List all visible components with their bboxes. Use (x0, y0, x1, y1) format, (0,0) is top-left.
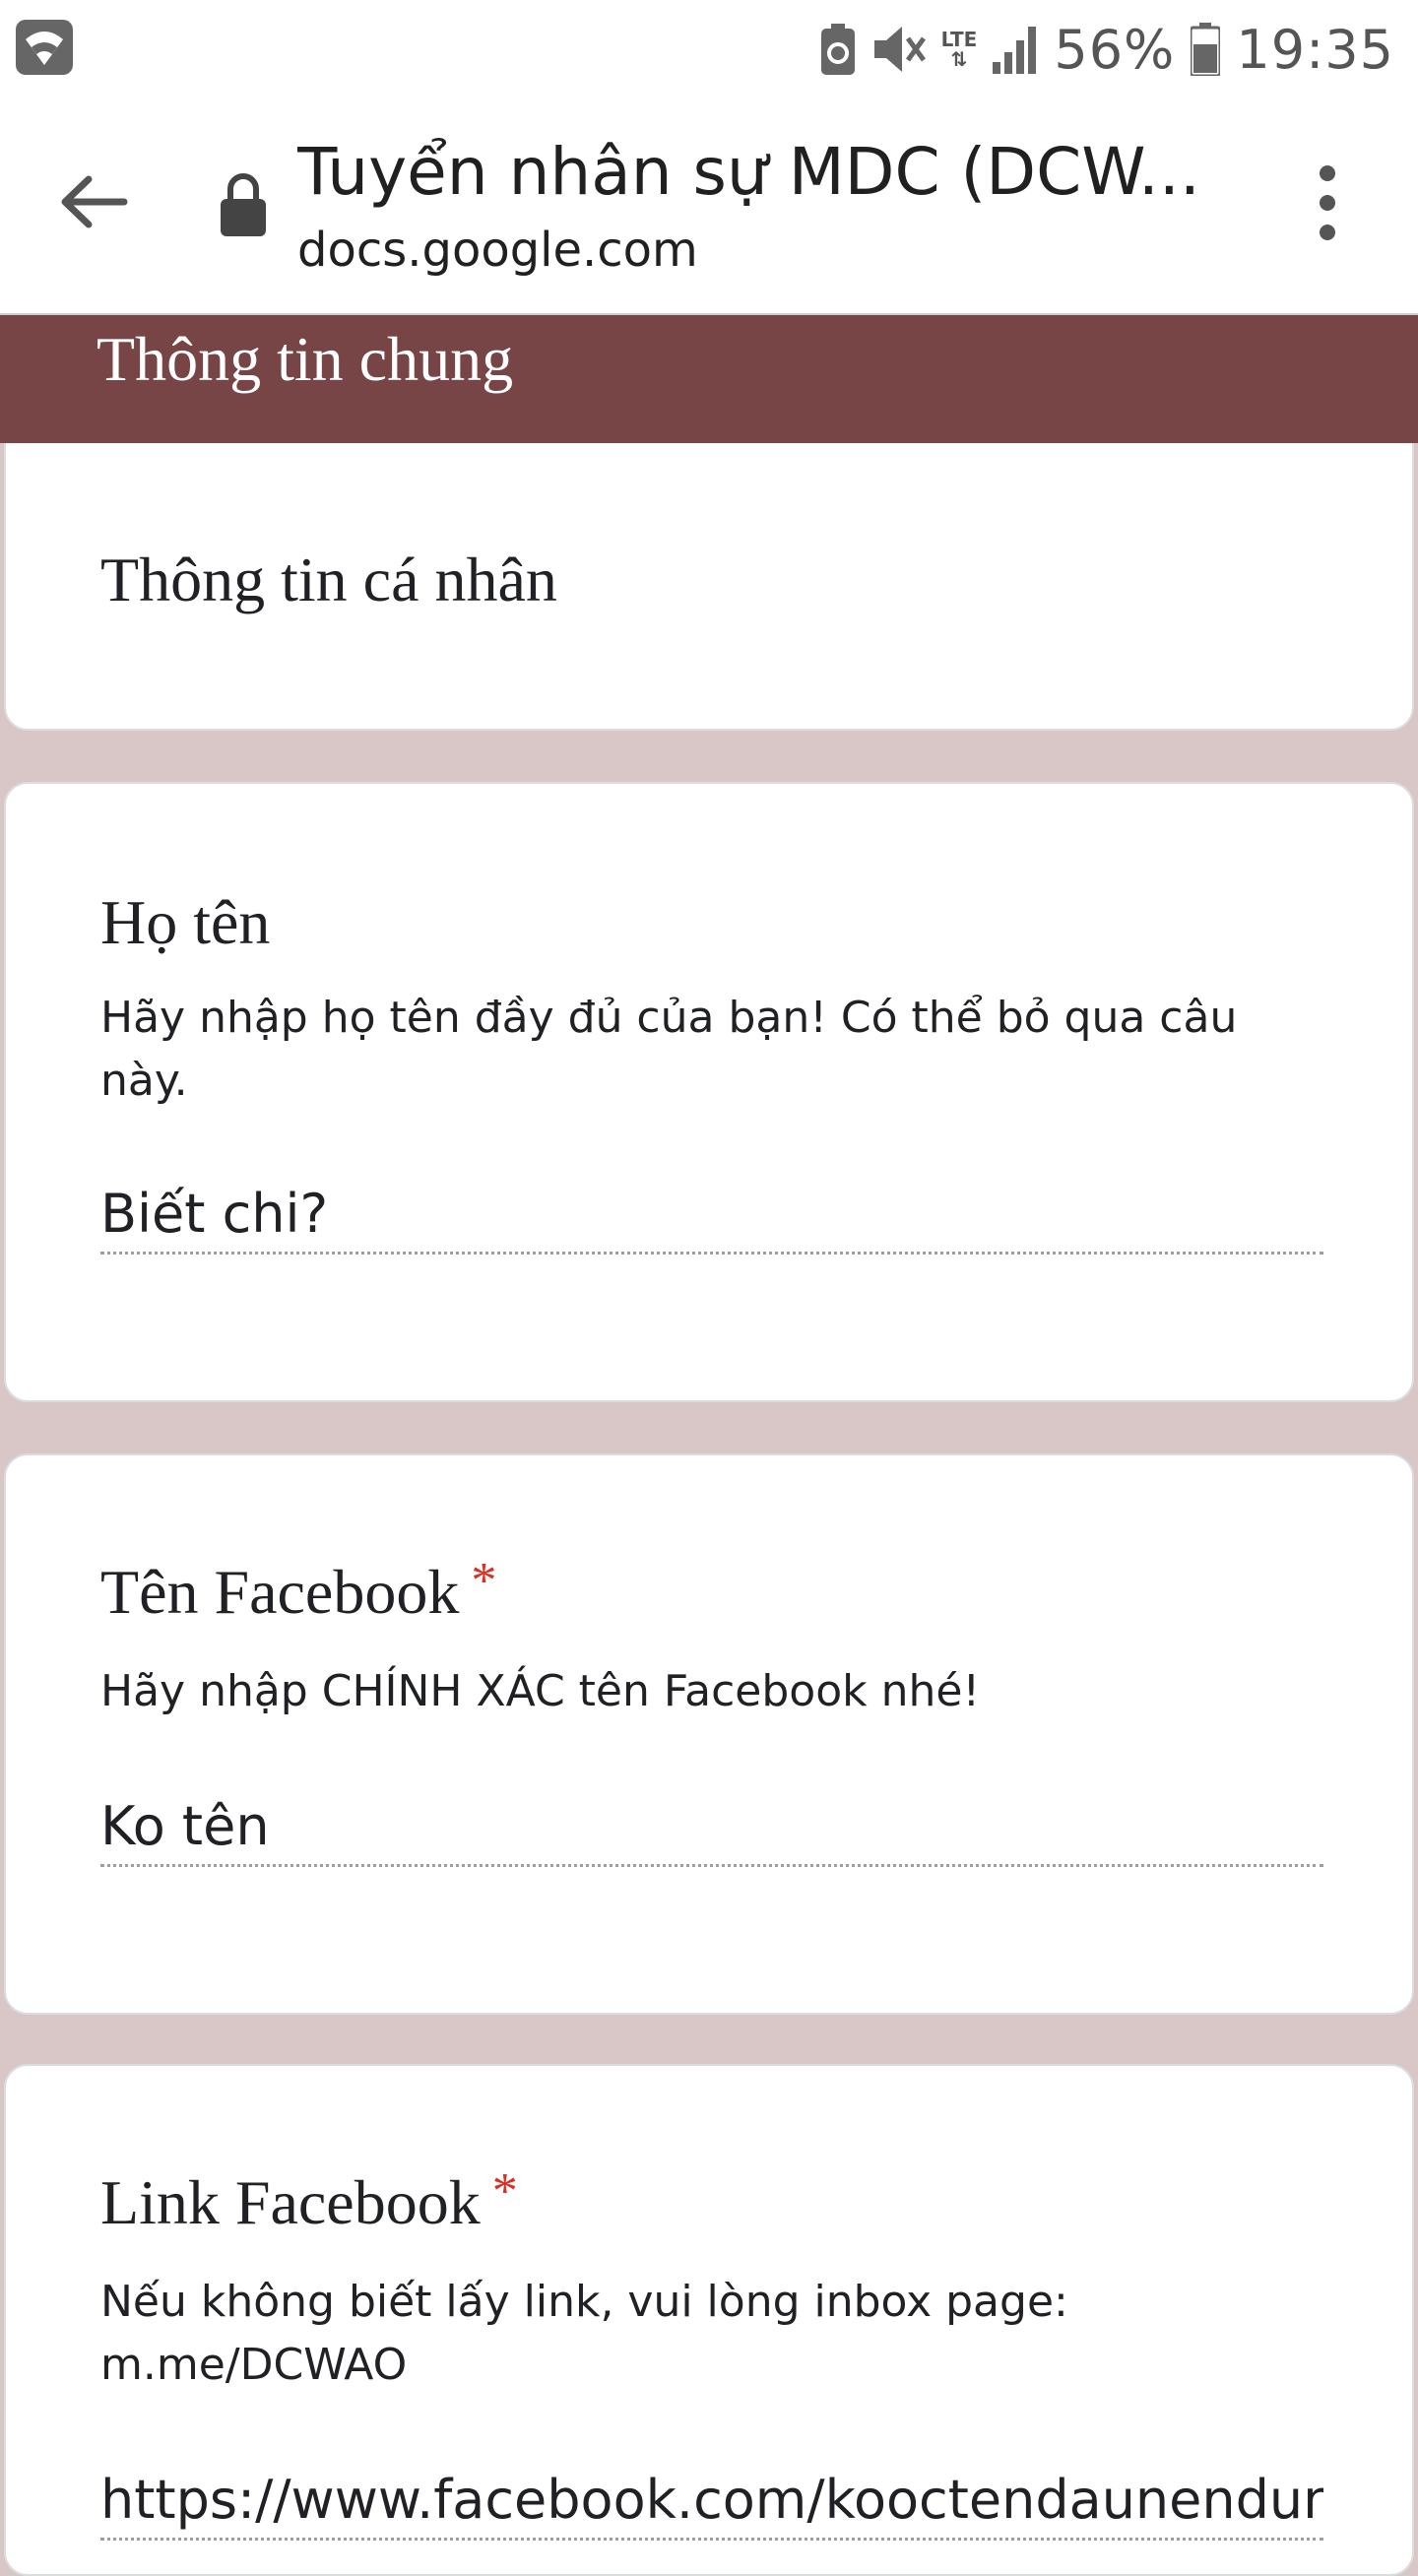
section-header: Thông tin chung (0, 315, 1418, 443)
wifi-icon (16, 20, 73, 75)
back-button[interactable] (49, 158, 138, 246)
question-title-text: Họ tên (100, 887, 271, 957)
lock-icon (221, 173, 266, 236)
question-title: Họ tên (100, 886, 270, 959)
status-bar: LTE ⇅ 56% 19:35 (0, 0, 1418, 98)
question-card-full-name: Họ tên Hãy nhập họ tên đầy đủ của bạn! C… (4, 782, 1414, 1402)
mute-icon (873, 27, 926, 72)
facebook-link-input[interactable] (100, 2462, 1323, 2541)
more-vert-icon (1320, 165, 1335, 240)
lte-icon: LTE ⇅ (940, 28, 978, 71)
full-name-input[interactable] (100, 1176, 1323, 1255)
browser-toolbar: Tuyển nhân sự MDC (DCW... docs.google.co… (0, 98, 1418, 315)
question-card-facebook-link: Link Facebook * Nếu không biết lấy link, … (4, 2064, 1414, 2576)
status-icons: LTE ⇅ 56% 19:35 (820, 18, 1394, 81)
battery-saver-icon (820, 24, 855, 75)
clock: 19:35 (1236, 18, 1394, 81)
more-options-button[interactable] (1300, 156, 1355, 250)
signal-icon (993, 27, 1037, 74)
facebook-name-input[interactable] (100, 1788, 1323, 1867)
section-title: Thông tin chung (97, 324, 514, 394)
section-description-card: Thông tin cá nhân (4, 443, 1414, 731)
question-title: Link Facebook * (100, 2163, 518, 2239)
question-card-facebook-name: Tên Facebook * Hãy nhập CHÍNH XÁC tên Fac… (4, 1453, 1414, 2015)
question-description: Nếu không biết lấy link, vui lòng inbox … (100, 2277, 1068, 2390)
required-asterisk: * (491, 2163, 518, 2220)
page-title[interactable]: Tuyển nhân sự MDC (DCW... (297, 134, 1203, 210)
required-asterisk: * (471, 1553, 497, 1609)
question-description: Hãy nhập họ tên đầy đủ của bạn! Có thể b… (100, 993, 1238, 1106)
question-title-text: Tên Facebook (100, 1557, 460, 1627)
section-description: Thông tin cá nhân (100, 545, 557, 614)
page-url[interactable]: docs.google.com (297, 223, 698, 278)
question-title: Tên Facebook * (100, 1553, 497, 1629)
battery-percent: 56% (1054, 18, 1176, 81)
battery-icon (1191, 23, 1221, 76)
question-title-text: Link Facebook (100, 2167, 481, 2237)
back-arrow-icon (61, 175, 128, 228)
question-description: Hãy nhập CHÍNH XÁC tên Facebook nhé! (100, 1666, 981, 1716)
